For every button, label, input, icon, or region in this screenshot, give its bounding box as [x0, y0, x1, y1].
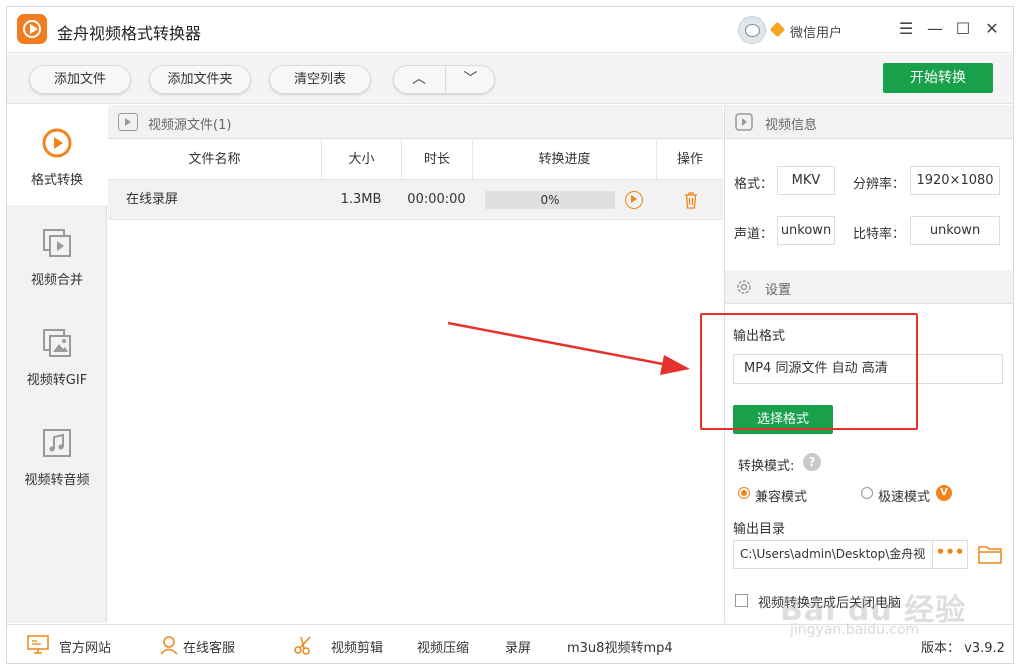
file-name: 在线录屏 [126, 192, 179, 207]
sidebar-item-video-merge[interactable]: 视频合并 [7, 205, 107, 305]
sidebar-item-gif[interactable]: 视频转GIF [7, 305, 107, 405]
format-value: MKV [777, 166, 835, 195]
folder-icon[interactable] [978, 544, 1002, 564]
sidebar-item-format-convert[interactable]: 格式转换 [7, 105, 107, 205]
scissors-icon [294, 636, 311, 655]
gear-icon [737, 280, 751, 294]
format-label: 格式： [734, 177, 774, 192]
mode-compat-label[interactable]: 兼容模式 [755, 486, 807, 505]
browse-more-button[interactable]: ••• [933, 540, 968, 569]
select-format-button[interactable]: 选择格式 [733, 405, 833, 434]
help-icon[interactable]: ? [803, 453, 821, 471]
video-info-header: 视频信息 [725, 105, 1013, 139]
user-avatar[interactable] [738, 16, 766, 44]
resolution-value: 1920×1080 [910, 166, 1000, 195]
add-file-button[interactable]: 添加文件 [29, 65, 131, 94]
file-size: 1.3MB [340, 192, 382, 207]
app-window: 金舟视频格式转换器 微信用户 ☰ — ☐ ✕ 添加文件 添加文件夹 清空列表 ︿… [6, 6, 1014, 664]
version-label: 版本： v3.9.2 [921, 641, 1005, 656]
output-format-label: 输出格式 [733, 329, 786, 344]
bitrate-value: unkown [910, 216, 1000, 245]
mode-compat-radio[interactable] [738, 487, 750, 499]
column-header-action: 操作 [656, 140, 723, 180]
move-button-group: ︿ ﹀ [393, 65, 495, 94]
monitor-icon [27, 635, 49, 654]
close-icon[interactable]: ✕ [982, 19, 1002, 39]
mode-fast-label[interactable]: 极速模式 [878, 486, 930, 505]
channel-value: unkown [777, 216, 835, 245]
footer-record-link[interactable]: 录屏 [505, 637, 531, 656]
official-site-link[interactable]: 官方网站 [59, 637, 111, 656]
minimize-icon[interactable]: — [925, 19, 945, 39]
file-list-title: 视频源文件(1) [148, 118, 232, 133]
settings-header: 设置 [725, 270, 1013, 304]
output-dir-label: 输出目录 [733, 522, 786, 537]
sidebar-item-label: 格式转换 [30, 173, 83, 188]
add-folder-button[interactable]: 添加文件夹 [149, 65, 251, 94]
footer-edit-link[interactable]: 视频剪辑 [331, 637, 383, 656]
bitrate-label: 比特率： [853, 227, 906, 242]
online-support-link[interactable]: 在线客服 [183, 637, 235, 656]
convert-mode-label: 转换模式: [738, 459, 795, 474]
watermark-url: jingyan.baidu.com [790, 622, 920, 638]
maximize-icon[interactable]: ☐ [953, 19, 973, 39]
progress-bar: 0% [485, 191, 615, 209]
support-agent-icon [160, 636, 178, 655]
sidebar: 格式转换 视频合并 视频转GIF 视频转音频 [7, 105, 107, 623]
vip-diamond-icon [769, 21, 786, 38]
app-logo-icon [17, 14, 47, 44]
username[interactable]: 微信用户 [790, 22, 842, 41]
clear-list-button[interactable]: 清空列表 [269, 65, 371, 94]
play-icon[interactable] [625, 191, 643, 209]
gif-icon [43, 329, 71, 357]
file-duration: 00:00:00 [407, 192, 466, 207]
move-down-button[interactable]: ﹀ [445, 66, 495, 93]
shutdown-checkbox[interactable] [735, 594, 748, 607]
footer-compress-link[interactable]: 视频压缩 [417, 637, 469, 656]
move-up-button[interactable]: ︿ [394, 66, 444, 93]
output-dir-field[interactable]: C:\Users\admin\Desktop\金舟视 [733, 540, 933, 569]
vip-badge-icon: V [936, 485, 952, 501]
column-header-size: 大小 [321, 140, 401, 180]
column-header-progress: 转换进度 [472, 140, 656, 180]
table-header: 文件名称 大小 时长 转换进度 操作 [108, 140, 723, 180]
music-icon [43, 429, 71, 457]
channel-label: 声道： [734, 227, 774, 242]
column-header-name: 文件名称 [188, 152, 241, 167]
mode-fast-radio[interactable] [861, 487, 873, 499]
start-convert-button[interactable]: 开始转换 [883, 63, 993, 93]
menu-icon[interactable]: ☰ [896, 19, 916, 39]
sidebar-item-label: 视频转GIF [26, 373, 88, 388]
file-list-header: 视频源文件(1) [108, 105, 723, 139]
video-info-icon [735, 113, 753, 131]
toolbar: 添加文件 添加文件夹 清空列表 ︿ ﹀ 开始转换 [7, 54, 1013, 104]
resolution-label: 分辨率： [853, 177, 906, 192]
footer-m3u8-link[interactable]: m3u8视频转mp4 [567, 637, 673, 656]
sidebar-item-label: 视频转音频 [24, 473, 90, 488]
video-info-title: 视频信息 [765, 118, 818, 133]
video-source-icon [118, 113, 138, 131]
sidebar-item-audio[interactable]: 视频转音频 [7, 405, 107, 505]
output-format-field[interactable]: MP4 同源文件 自动 高清 [733, 354, 1003, 384]
format-convert-icon [42, 128, 72, 158]
file-list-panel: 视频源文件(1) 文件名称 大小 时长 转换进度 操作 在线录屏 1.3MB 0… [108, 105, 723, 623]
sidebar-item-label: 视频合并 [30, 273, 83, 288]
column-header-duration: 时长 [401, 140, 472, 180]
video-merge-icon [43, 229, 71, 257]
app-title: 金舟视频格式转换器 [57, 24, 202, 43]
delete-icon[interactable] [683, 191, 699, 209]
title-bar: 金舟视频格式转换器 微信用户 ☰ — ☐ ✕ [7, 7, 1013, 53]
settings-title: 设置 [765, 283, 792, 298]
table-row[interactable]: 在线录屏 1.3MB 00:00:00 0% [108, 180, 723, 220]
